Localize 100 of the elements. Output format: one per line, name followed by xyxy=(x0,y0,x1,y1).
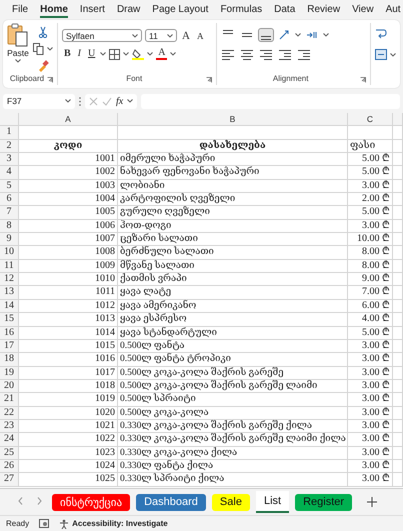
sheet-tab[interactable]: Sale xyxy=(212,494,250,510)
row-header[interactable]: 22 xyxy=(0,406,19,420)
row-header[interactable]: 4 xyxy=(0,166,19,180)
row-header[interactable]: 7 xyxy=(0,206,19,220)
copy-icon[interactable] xyxy=(33,42,44,54)
accessibility-icon[interactable] xyxy=(59,518,70,528)
menu-tab[interactable]: Review xyxy=(301,2,346,16)
caret-icon[interactable] xyxy=(147,52,154,56)
row-header[interactable]: 25 xyxy=(0,446,19,460)
underline-button[interactable]: U xyxy=(86,49,98,59)
group-label: Font xyxy=(125,74,144,85)
name-box[interactable]: F37 xyxy=(3,94,75,108)
caret-icon[interactable] xyxy=(132,34,138,38)
align-left-icon[interactable] xyxy=(221,49,236,61)
bottom-align-icon[interactable] xyxy=(259,29,274,41)
column-header[interactable]: C xyxy=(348,113,393,126)
caret-icon[interactable] xyxy=(167,34,173,38)
menu-tab[interactable]: Aut xyxy=(380,2,403,16)
text-direction-icon[interactable] xyxy=(306,30,318,40)
decrease-indent-icon[interactable] xyxy=(278,49,292,61)
sheet-tab[interactable]: Dashboard xyxy=(136,494,206,510)
column-header[interactable]: B xyxy=(118,113,348,126)
bold-button[interactable]: B xyxy=(62,49,73,59)
table-cell: 1009 xyxy=(19,260,118,274)
row-header[interactable]: 10 xyxy=(0,246,19,260)
caret-icon[interactable] xyxy=(295,33,302,37)
row-header[interactable]: 8 xyxy=(0,220,19,234)
row-header[interactable]: 21 xyxy=(0,393,19,407)
row-header[interactable]: 1 xyxy=(0,126,19,140)
menu-tab[interactable]: Data xyxy=(268,2,302,16)
table-cell: 0.330ლ კოკა-კოლა შაქრის გარეშე ქილა xyxy=(118,420,348,434)
format-painter-icon[interactable] xyxy=(37,60,49,72)
font-name-field[interactable]: Sylfaen xyxy=(62,29,142,42)
wrap-text-icon[interactable] xyxy=(375,27,387,39)
expand-icon[interactable] xyxy=(360,76,366,82)
row-header[interactable]: 27 xyxy=(0,473,19,487)
font-color-button[interactable]: A xyxy=(156,48,168,60)
caret-icon[interactable] xyxy=(127,99,134,103)
row-header[interactable]: 12 xyxy=(0,273,19,286)
caret-icon[interactable] xyxy=(123,52,130,56)
paste-button[interactable]: Paste xyxy=(7,23,29,74)
table-cell: ლობიანი xyxy=(118,180,348,194)
caret-icon[interactable] xyxy=(170,52,176,56)
check-icon[interactable] xyxy=(102,96,112,106)
column-header[interactable]: A xyxy=(19,113,118,126)
row-header[interactable]: 14 xyxy=(0,300,19,314)
accessibility-status[interactable]: Accessibility: Investigate xyxy=(72,519,168,528)
grow-font-button[interactable]: A xyxy=(180,30,192,40)
row-header[interactable]: 26 xyxy=(0,460,19,474)
row-header[interactable]: 2 xyxy=(0,140,19,154)
menu-tab[interactable]: Home xyxy=(34,2,74,16)
caret-icon[interactable] xyxy=(323,33,330,37)
row-header[interactable]: 23 xyxy=(0,420,19,434)
table-cell: 1014 xyxy=(19,326,118,340)
italic-button[interactable]: I xyxy=(76,49,84,59)
menu-tab[interactable]: Draw xyxy=(110,2,146,16)
sheet-tab[interactable]: ინსტრუქცია xyxy=(52,494,130,510)
empty-cell xyxy=(393,300,403,314)
sheet-tab[interactable]: List xyxy=(256,491,290,513)
row-header[interactable]: 18 xyxy=(0,353,19,367)
row-header[interactable]: 24 xyxy=(0,433,19,447)
menu-tab[interactable]: View xyxy=(346,2,380,16)
insert-function-button[interactable]: fx xyxy=(116,96,124,106)
caret-icon[interactable] xyxy=(65,99,71,103)
increase-indent-icon[interactable] xyxy=(297,49,312,61)
sheet-tab[interactable]: Register xyxy=(295,494,352,510)
merge-icon[interactable] xyxy=(375,49,387,60)
font-size-field[interactable]: 11 xyxy=(145,29,177,42)
row-header[interactable]: 11 xyxy=(0,260,19,274)
row-header[interactable]: 19 xyxy=(0,366,19,380)
fill-color-icon[interactable] xyxy=(132,48,144,60)
row-header[interactable]: 6 xyxy=(0,193,19,206)
expand-icon[interactable] xyxy=(47,76,53,82)
align-center-icon[interactable] xyxy=(240,49,254,61)
row-header[interactable]: 15 xyxy=(0,313,19,326)
table-cell: ყავა ესპრესო xyxy=(118,313,348,326)
macro-icon[interactable] xyxy=(39,519,50,528)
shrink-font-button[interactable]: A xyxy=(194,30,206,40)
menu-tab[interactable]: Page Layout xyxy=(146,2,214,16)
menu-tab[interactable]: Formulas xyxy=(214,2,268,16)
caret-icon[interactable] xyxy=(47,46,53,50)
orientation-icon[interactable] xyxy=(278,29,290,41)
expand-icon[interactable] xyxy=(206,76,212,82)
caret-icon[interactable] xyxy=(100,52,106,56)
row-header[interactable]: 13 xyxy=(0,286,19,300)
row-header[interactable]: 3 xyxy=(0,153,19,166)
menu-tab[interactable]: Insert xyxy=(74,2,111,16)
borders-icon[interactable] xyxy=(109,48,120,60)
row-header[interactable]: 17 xyxy=(0,340,19,354)
empty-cell xyxy=(393,460,403,474)
caret-icon[interactable] xyxy=(15,59,21,63)
menu-tab[interactable]: File xyxy=(6,2,34,16)
row-header[interactable]: 20 xyxy=(0,380,19,394)
scissors-icon[interactable] xyxy=(38,26,48,38)
row-header[interactable]: 16 xyxy=(0,326,19,340)
row-header[interactable]: 9 xyxy=(0,233,19,246)
caret-icon[interactable] xyxy=(390,52,396,56)
empty-cell[interactable] xyxy=(393,113,403,126)
align-right-icon[interactable] xyxy=(259,49,274,61)
row-header[interactable]: 5 xyxy=(0,180,19,194)
